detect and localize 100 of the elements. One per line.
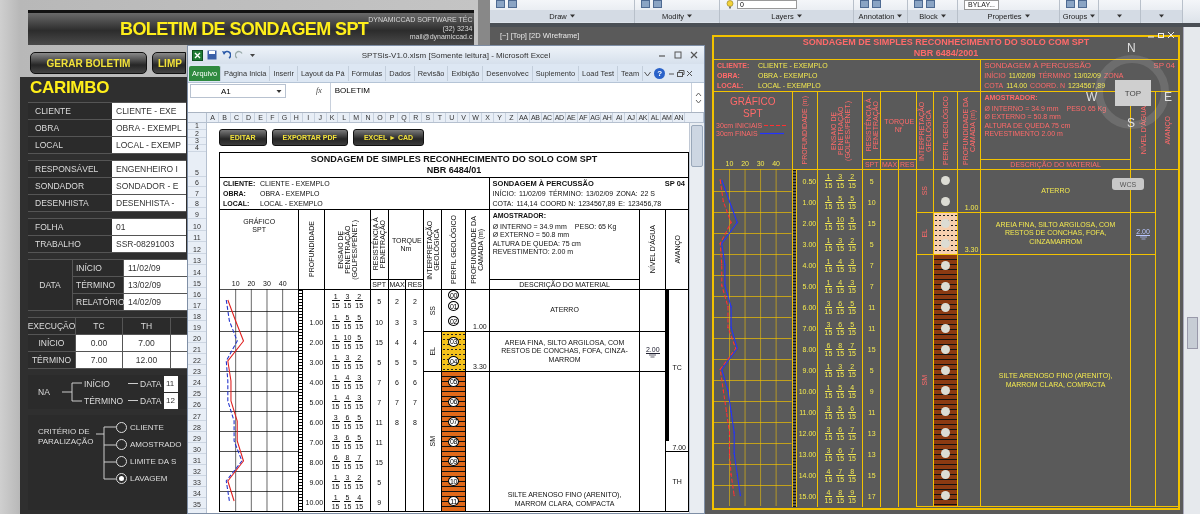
help-button[interactable]: ? xyxy=(654,67,666,79)
vertical-scrollbar[interactable] xyxy=(1183,27,1200,514)
field-label: INÍCIO xyxy=(83,378,111,389)
caret-icon xyxy=(687,14,693,18)
field-label: RELATÓRIO xyxy=(73,294,123,310)
section-title: CARIMBO xyxy=(29,77,110,99)
caret-icon xyxy=(1159,14,1164,18)
customize-toolbar-icon[interactable] xyxy=(249,51,256,59)
graph-title: GRÁFICO SPT xyxy=(729,96,777,120)
table-cell[interactable]: 7.00 xyxy=(123,335,170,351)
option-label: AMOSTRADO xyxy=(130,439,182,449)
radio-button[interactable] xyxy=(116,438,127,450)
field-value[interactable]: SONDADOR - E xyxy=(112,178,186,194)
legend-line-icon xyxy=(764,124,789,127)
field-label: CLIENTE xyxy=(28,103,112,119)
report-title: SONDAGEM DE SIMPLES RECONHECIMENTO DO SOLO COM SPT xyxy=(310,154,598,165)
restore-icon[interactable] xyxy=(676,68,686,78)
table-cell[interactable] xyxy=(171,335,187,351)
radio-button[interactable] xyxy=(116,455,127,467)
field-label: SONDADOR xyxy=(28,178,112,194)
maximize-icon[interactable] xyxy=(672,50,684,60)
option-label: LAVAGEM xyxy=(130,473,168,483)
water-level-label: NA xyxy=(37,387,51,397)
table-cell[interactable] xyxy=(171,352,187,368)
option-label: LIMITE DA S xyxy=(130,456,177,466)
caret-icon xyxy=(796,14,802,18)
caret-icon xyxy=(1090,14,1096,18)
panel-expander-button[interactable] xyxy=(1099,10,1140,22)
formula-field[interactable]: BOLETIM xyxy=(329,83,691,112)
close-icon[interactable] xyxy=(1167,31,1175,39)
action-button[interactable]: GERAR BOLETIM xyxy=(30,52,147,74)
table-row-header: INÍCIO xyxy=(28,335,75,351)
light-bulb-icon[interactable] xyxy=(726,0,734,9)
table-cell[interactable]: 7.00 xyxy=(76,352,122,368)
field-value[interactable]: DESENHISTA - xyxy=(112,195,186,211)
caret-icon xyxy=(1117,14,1122,18)
name-box[interactable]: A1 xyxy=(190,84,286,98)
function-button[interactable]: fx xyxy=(316,86,322,96)
field-label: INÍCIO xyxy=(73,260,123,276)
close-icon[interactable] xyxy=(685,68,695,78)
field-label: RESPONSÁVEL xyxy=(28,161,112,177)
caret-icon xyxy=(1024,14,1030,18)
field-value[interactable]: CLIENTE - EXE xyxy=(112,103,186,119)
data-point xyxy=(728,452,731,455)
action-button[interactable]: LIMP xyxy=(152,52,186,74)
field-label: TRABALHO xyxy=(28,236,112,252)
data-point xyxy=(728,200,731,203)
compass-letter: E xyxy=(1164,91,1172,103)
field-value[interactable]: LOCAL - EXEMP xyxy=(112,137,186,153)
report-title: SONDAGEM DE SIMPLES RECONHECIMENTO DO SOLO COM SPT xyxy=(802,37,1090,48)
field-value[interactable]: 14/02/09 xyxy=(124,294,187,310)
date-field[interactable]: 11 xyxy=(164,375,178,392)
field-label: DATA xyxy=(140,395,163,406)
table-cell[interactable]: 12.00 xyxy=(123,352,170,368)
table-header: EXECUÇÃO xyxy=(28,318,75,334)
method-title: SONDAGEM À PERCUSSÃO xyxy=(984,60,1092,70)
field-label: FOLHA xyxy=(28,219,112,235)
table-header: TH xyxy=(123,318,170,334)
date-field[interactable]: 12 xyxy=(164,392,178,409)
excel-logo-icon[interactable] xyxy=(192,49,203,61)
caret-icon xyxy=(569,14,575,18)
field-label: TÉRMINO xyxy=(83,395,125,406)
field-value[interactable]: ENGENHEIRO I xyxy=(112,161,186,177)
caret-icon xyxy=(897,14,903,18)
field-value[interactable]: 11/02/09 xyxy=(124,260,187,276)
connector-line xyxy=(128,400,138,401)
field-label: LOCAL xyxy=(28,137,112,153)
field-value[interactable]: 01 xyxy=(112,219,186,235)
expand-formula-bar-icon[interactable] xyxy=(694,91,702,104)
undo-icon[interactable] xyxy=(221,50,231,60)
field-label: TÉRMINO xyxy=(73,277,123,293)
compass-letter: W xyxy=(1086,91,1098,103)
table-row-header: TÉRMINO xyxy=(28,352,75,368)
water-level-icon xyxy=(1138,235,1148,240)
save-icon[interactable] xyxy=(207,50,217,60)
restore-icon[interactable] xyxy=(1157,31,1165,39)
radio-button[interactable] xyxy=(116,472,127,484)
field-label: DATA xyxy=(140,378,163,389)
caret-icon[interactable] xyxy=(276,88,282,94)
close-icon[interactable] xyxy=(688,50,700,60)
field-value[interactable]: OBRA - EXEMPL xyxy=(112,120,186,136)
caret-icon xyxy=(940,14,946,18)
radio-button[interactable] xyxy=(116,421,127,433)
option-label: CLIENTE xyxy=(130,422,164,432)
report-standard: NBR 6484/2001 xyxy=(913,48,979,59)
field-label: DATA xyxy=(28,260,72,310)
table-header: TC xyxy=(76,318,122,334)
field-value[interactable]: 13/02/09 xyxy=(124,277,187,293)
legend-line-icon xyxy=(759,132,784,135)
vertical-scrollbar[interactable] xyxy=(689,123,704,513)
redo-icon[interactable] xyxy=(235,50,245,60)
water-level-icon xyxy=(648,353,658,358)
panel-expander-button[interactable] xyxy=(1141,10,1182,22)
compass-letter: N xyxy=(1127,42,1136,54)
window-title: SPTSis-V1.0.xlsm [Somente leitura] - Microsoft Excel xyxy=(360,50,552,60)
view-cube-top[interactable]: TOP xyxy=(1115,80,1151,106)
field-value[interactable]: SSR-08291003 xyxy=(112,236,186,252)
report-standard: NBR 6484/01 xyxy=(426,165,482,176)
table-cell[interactable]: 0.00 xyxy=(76,335,122,351)
data-point xyxy=(739,494,742,497)
